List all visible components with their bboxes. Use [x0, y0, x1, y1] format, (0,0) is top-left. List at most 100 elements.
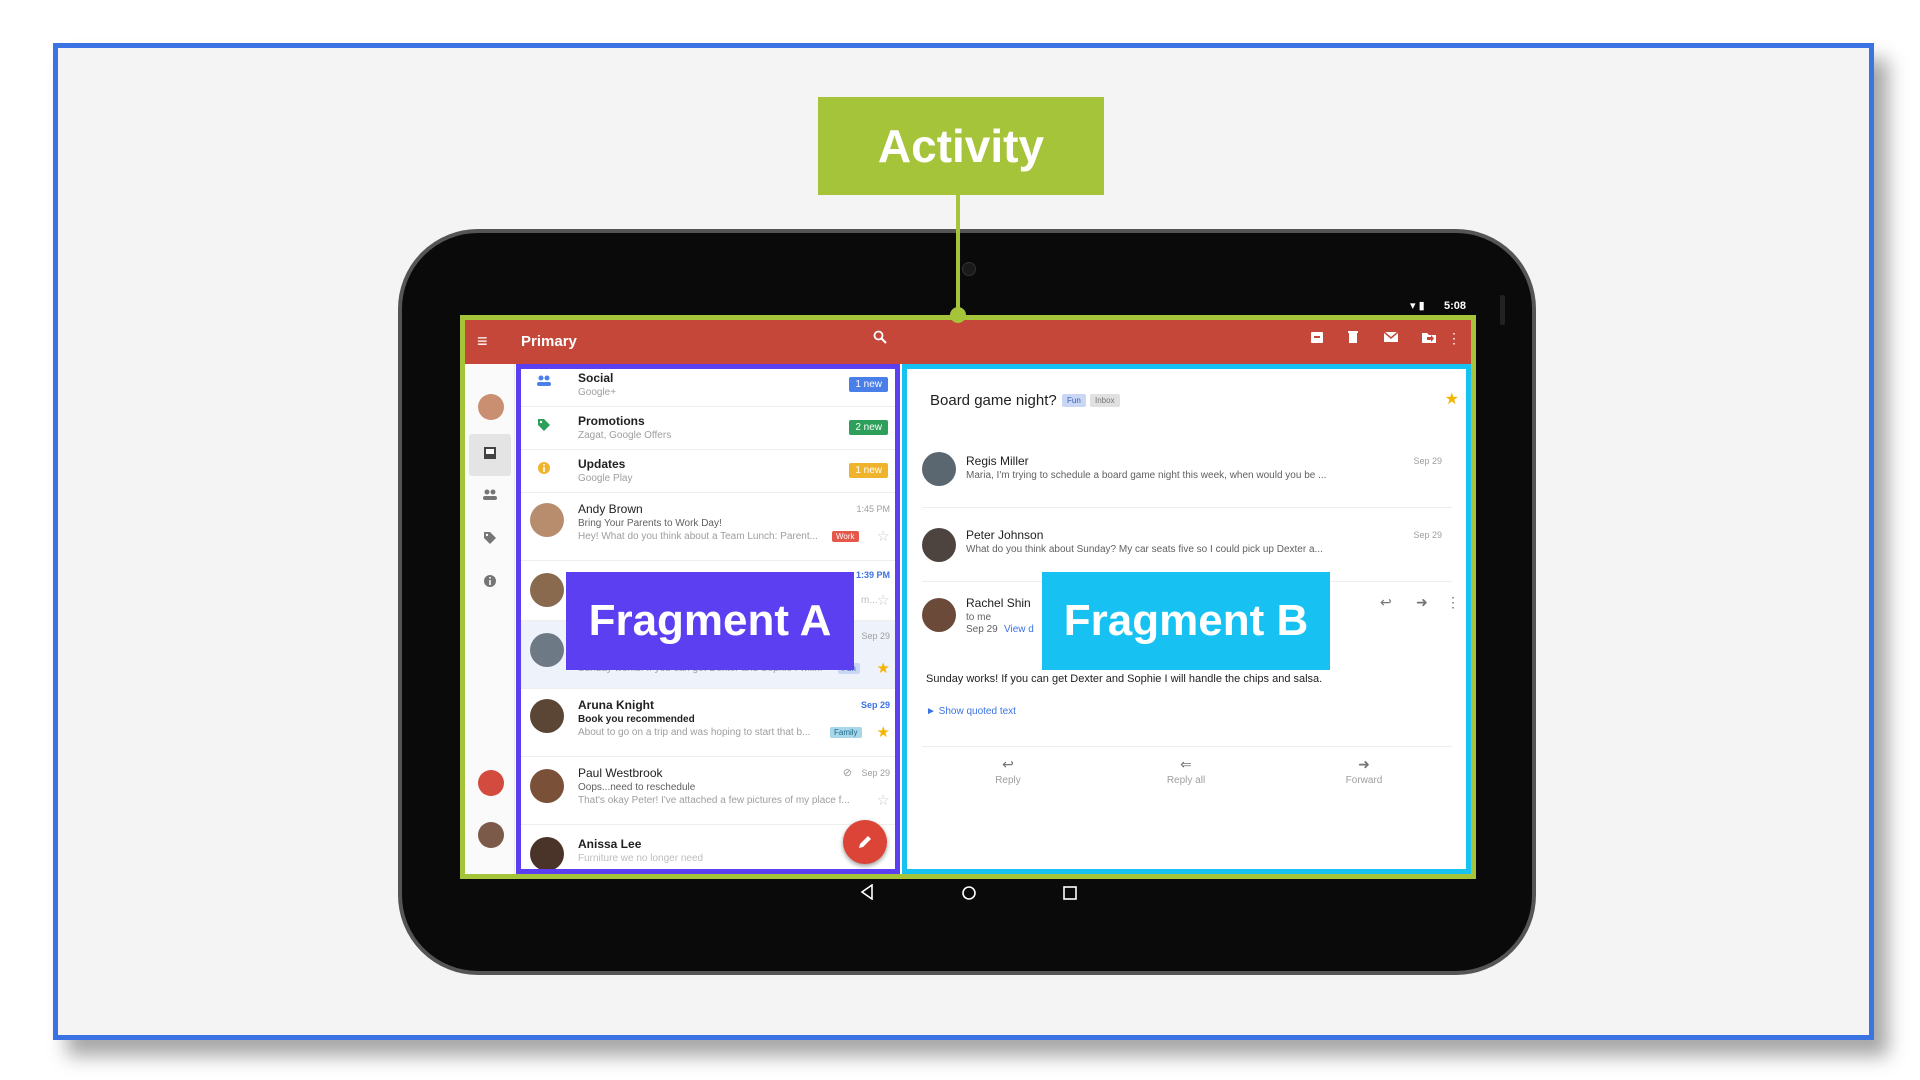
category-updates[interactable]: Updates Google Play 1 new — [516, 450, 900, 493]
menu-icon[interactable]: ≡ — [477, 331, 488, 352]
fragment-b-label: Fragment B — [1042, 572, 1330, 670]
star-icon[interactable]: ☆ — [877, 591, 890, 609]
avatar — [530, 633, 564, 667]
new-badge: 2 new — [849, 420, 888, 435]
avatar[interactable] — [478, 770, 504, 796]
category-title: Promotions — [578, 414, 645, 428]
label-chip: Inbox — [1090, 394, 1120, 407]
app-toolbar: ≡ Primary ⋮ — [465, 320, 1471, 364]
email-date: 1:45 PM — [856, 504, 890, 514]
reply-icon: ↩ — [1002, 756, 1014, 772]
list-item[interactable]: Paul Westbrook ⊘ Sep 29 Oops...need to r… — [516, 757, 900, 825]
thread-item[interactable]: Regis Miller Maria, I'm trying to schedu… — [922, 436, 1452, 508]
show-quoted-link[interactable]: ► Show quoted text — [926, 706, 1016, 717]
archive-icon[interactable] — [1305, 330, 1329, 347]
thread-snippet: What do you think about Sunday? My car s… — [966, 544, 1323, 555]
avatar — [530, 573, 564, 607]
tag-icon[interactable] — [465, 531, 515, 548]
reply-button[interactable]: ↩ Reply — [958, 756, 1058, 786]
avatar — [530, 769, 564, 803]
home-icon[interactable] — [961, 885, 977, 906]
category-promotions[interactable]: Promotions Zagat, Google Offers 2 new — [516, 407, 900, 450]
activity-connector-dot — [950, 307, 966, 323]
reply-all-label: Reply all — [1166, 775, 1206, 786]
list-item[interactable]: Andy Brown 1:45 PM Bring Your Parents to… — [516, 493, 900, 561]
message-recipient: to me — [966, 612, 992, 623]
attachment-icon: ⊘ — [842, 767, 852, 779]
thread-date: Sep 29 — [1413, 456, 1442, 466]
status-time: 5:08 — [1444, 300, 1467, 312]
move-to-folder-icon[interactable] — [1417, 330, 1441, 347]
thread-snippet: Maria, I'm trying to schedule a board ga… — [966, 470, 1327, 481]
tag-icon — [532, 418, 556, 437]
compose-button[interactable] — [843, 820, 887, 864]
email-subject: Furniture we no longer need — [578, 853, 704, 864]
email-subject: Bring Your Parents to Work Day! — [578, 518, 722, 529]
label-chip: Fun — [1062, 394, 1086, 407]
divider — [922, 746, 1452, 747]
star-icon[interactable]: ☆ — [877, 791, 890, 809]
reply-label: Reply — [995, 775, 1021, 786]
view-details-link[interactable]: View d — [1004, 624, 1034, 635]
fragment-a-label: Fragment A — [566, 572, 854, 670]
email-subject: Book you recommended — [578, 714, 695, 725]
mail-icon[interactable] — [1379, 330, 1403, 347]
inbox-icon[interactable] — [465, 446, 515, 463]
new-badge: 1 new — [849, 377, 888, 392]
search-icon[interactable] — [873, 330, 887, 349]
star-icon[interactable]: ★ — [877, 659, 890, 677]
reply-all-button[interactable]: ⇐ Reply all — [1136, 756, 1236, 786]
reply-all-icon: ⇐ — [1180, 756, 1192, 772]
avatar — [922, 598, 956, 632]
more-vert-icon[interactable]: ⋮ — [1442, 330, 1466, 347]
info-icon — [532, 461, 556, 480]
side-button — [1500, 295, 1505, 325]
star-icon[interactable]: ★ — [1445, 389, 1459, 409]
email-sender: Paul Westbrook — [578, 766, 663, 780]
category-sub: Google+ — [578, 387, 617, 398]
email-date: Sep 29 — [861, 631, 890, 641]
message-body: Sunday works! If you can get Dexter and … — [926, 673, 1323, 685]
people-icon — [532, 374, 556, 392]
category-sub: Google Play — [578, 473, 633, 484]
category-sub: Zagat, Google Offers — [578, 430, 672, 441]
forward-button[interactable]: ➜ Forward — [1314, 756, 1414, 786]
avatar — [922, 452, 956, 486]
email-date: Sep 29 — [860, 700, 890, 710]
avatar[interactable] — [478, 822, 504, 848]
detail-subject: Board game night? — [930, 392, 1057, 409]
forward-icon[interactable]: ➜ — [1416, 594, 1428, 611]
avatar[interactable] — [478, 394, 504, 420]
email-date: Sep 29 — [861, 768, 890, 778]
thread-sender: Regis Miller — [966, 454, 1029, 468]
star-icon[interactable]: ☆ — [877, 527, 890, 545]
email-sender: Andy Brown — [578, 502, 643, 516]
recents-icon[interactable] — [1063, 886, 1077, 905]
category-title: Social — [578, 371, 614, 385]
delete-icon[interactable] — [1341, 330, 1365, 347]
status-icons: ▾ ▮ — [1410, 300, 1425, 312]
people-icon[interactable] — [465, 488, 515, 504]
forward-label: Forward — [1345, 775, 1383, 786]
category-social[interactable]: Social Google+ 1 new — [516, 364, 900, 407]
email-preview: That's okay Peter! I've attached a few p… — [578, 795, 850, 806]
more-vert-icon[interactable]: ⋮ — [1446, 594, 1460, 611]
email-sender: Anissa Lee — [578, 837, 642, 851]
list-item[interactable]: Aruna Knight Sep 29 Book you recommended… — [516, 689, 900, 757]
category-title: Updates — [578, 457, 626, 471]
thread-date: Sep 29 — [1413, 530, 1442, 540]
back-icon[interactable] — [860, 883, 874, 905]
reply-icon[interactable]: ↩ — [1380, 594, 1392, 611]
toolbar-title: Primary — [521, 333, 577, 350]
email-preview: About to go on a trip and was hoping to … — [578, 727, 811, 738]
info-icon[interactable] — [465, 574, 515, 591]
camera-icon — [962, 262, 976, 276]
activity-connector-line — [956, 195, 960, 315]
email-date: 1:39 PM — [855, 570, 890, 580]
star-icon[interactable]: ★ — [877, 723, 890, 741]
thread-item[interactable]: Peter Johnson What do you think about Su… — [922, 508, 1452, 582]
email-sender: Aruna Knight — [578, 698, 654, 712]
activity-label: Activity — [818, 97, 1104, 195]
list-item[interactable]: Anissa Lee Furniture we no longer need — [516, 825, 900, 874]
avatar — [530, 503, 564, 537]
